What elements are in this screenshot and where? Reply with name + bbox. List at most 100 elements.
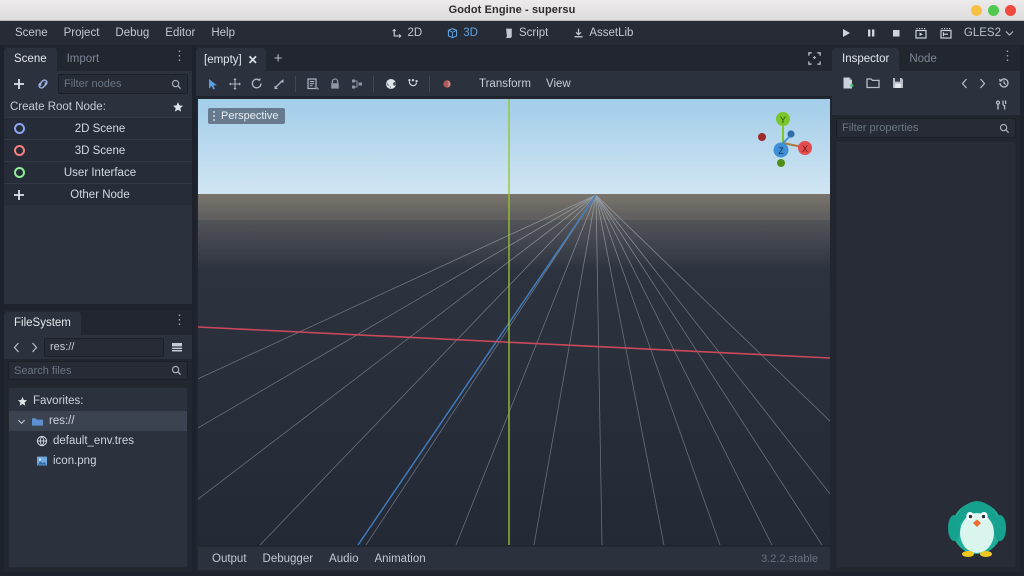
tab-inspector[interactable]: Inspector bbox=[832, 48, 900, 71]
fs-row-res-root[interactable]: res:// bbox=[9, 411, 187, 431]
new-resource-button[interactable] bbox=[837, 73, 859, 93]
play-custom-scene-button[interactable] bbox=[935, 23, 957, 43]
filesystem-layout-button[interactable] bbox=[166, 337, 188, 357]
select-mode-button[interactable] bbox=[202, 74, 223, 94]
tab-import[interactable]: Import bbox=[57, 48, 110, 71]
audio-tab[interactable]: Audio bbox=[321, 550, 366, 568]
gizmo-z-negative[interactable] bbox=[787, 130, 795, 138]
animation-tab[interactable]: Animation bbox=[366, 550, 433, 568]
minimize-button[interactable] bbox=[971, 5, 982, 16]
menu-scene[interactable]: Scene bbox=[8, 24, 55, 42]
chevron-down-icon[interactable] bbox=[17, 417, 26, 426]
play-scene-button[interactable] bbox=[910, 23, 932, 43]
create-other-node-row[interactable]: Other Node bbox=[4, 183, 192, 205]
history-forward-button[interactable] bbox=[975, 73, 990, 93]
maximize-button[interactable] bbox=[988, 5, 999, 16]
local-space-button[interactable] bbox=[380, 74, 401, 94]
new-scene-tab-button[interactable]: + bbox=[266, 49, 291, 71]
fs-icon-png-label: icon.png bbox=[53, 455, 97, 467]
viewport-perspective-label[interactable]: Perspective bbox=[208, 108, 286, 124]
tab-node[interactable]: Node bbox=[899, 48, 947, 71]
drag-handle-icon[interactable] bbox=[211, 111, 217, 121]
close-icon[interactable]: ✕ bbox=[248, 53, 258, 67]
history-button[interactable] bbox=[993, 73, 1015, 93]
list-select-button[interactable] bbox=[302, 74, 323, 94]
play-icon bbox=[842, 29, 850, 37]
search-files-input[interactable]: Search files bbox=[8, 361, 188, 380]
menu-help[interactable]: Help bbox=[204, 24, 242, 42]
debugger-tab[interactable]: Debugger bbox=[255, 550, 322, 568]
fs-row-favorites[interactable]: Favorites: bbox=[9, 391, 187, 411]
fs-default-env-label: default_env.tres bbox=[53, 435, 134, 447]
tab-3d[interactable]: 3D bbox=[442, 25, 482, 42]
close-button[interactable] bbox=[1005, 5, 1016, 16]
scene-tab-empty[interactable]: [empty] ✕ bbox=[196, 48, 266, 71]
tab-scene[interactable]: Scene bbox=[4, 48, 57, 71]
menu-project[interactable]: Project bbox=[57, 24, 107, 42]
instance-scene-button[interactable] bbox=[32, 74, 54, 94]
star-icon[interactable] bbox=[172, 101, 184, 113]
inspector-dock-tabs: Inspector Node ⋮ bbox=[832, 46, 1020, 71]
create-3d-scene-label: 3D Scene bbox=[74, 144, 126, 157]
save-resource-button[interactable] bbox=[887, 73, 909, 93]
filesystem-dock-menu-button[interactable]: ⋮ bbox=[173, 313, 186, 326]
add-node-button[interactable] bbox=[8, 74, 30, 94]
search-icon bbox=[171, 79, 182, 89]
fs-row-icon-png[interactable]: icon.png bbox=[9, 451, 187, 471]
play-button[interactable] bbox=[835, 23, 857, 43]
lock-button[interactable] bbox=[324, 74, 345, 94]
renderer-selector[interactable]: GLES2 bbox=[960, 27, 1018, 39]
gizmo-y-negative[interactable] bbox=[777, 159, 785, 167]
pause-button[interactable] bbox=[860, 23, 882, 43]
play-custom-icon bbox=[940, 28, 952, 39]
transform-menu[interactable]: Transform bbox=[472, 75, 538, 93]
search-icon bbox=[999, 123, 1010, 133]
godot-editor-window: Godot Engine - supersu Scene Project Deb… bbox=[0, 0, 1024, 576]
object-tools-button[interactable] bbox=[990, 95, 1012, 115]
menu-debug[interactable]: Debug bbox=[108, 24, 156, 42]
tab-filesystem[interactable]: FileSystem bbox=[4, 312, 81, 335]
snap-button[interactable] bbox=[402, 74, 423, 94]
3d-icon bbox=[448, 27, 458, 38]
globe-icon bbox=[385, 78, 396, 89]
menu-editor[interactable]: Editor bbox=[158, 24, 202, 42]
filter-nodes-input[interactable]: Filter nodes bbox=[58, 74, 188, 94]
view-menu[interactable]: View bbox=[539, 75, 578, 93]
preview-sun-button[interactable] bbox=[436, 74, 457, 94]
group-button[interactable] bbox=[346, 74, 367, 94]
tab-script[interactable]: Script bbox=[498, 25, 552, 42]
inspector-dock-menu-button[interactable]: ⋮ bbox=[1001, 49, 1014, 62]
move-mode-button[interactable] bbox=[224, 74, 245, 94]
filesystem-path-value[interactable]: res:// bbox=[44, 337, 164, 357]
tab-2d[interactable]: 2D bbox=[387, 25, 427, 42]
viewport-toolbar: Transform View bbox=[196, 71, 832, 97]
output-tab[interactable]: Output bbox=[204, 550, 255, 568]
create-2d-scene-row[interactable]: 2D Scene bbox=[4, 117, 192, 139]
toolbar-separator bbox=[295, 75, 296, 92]
scale-mode-button[interactable] bbox=[268, 74, 289, 94]
create-3d-scene-row[interactable]: 3D Scene bbox=[4, 139, 192, 161]
playback-controls: GLES2 bbox=[835, 21, 1018, 45]
3d-viewport[interactable]: Perspective Y X Z bbox=[198, 99, 830, 545]
group-icon bbox=[351, 79, 362, 88]
filter-properties-input[interactable]: Filter properties bbox=[836, 118, 1016, 138]
control-icon bbox=[4, 167, 34, 178]
load-resource-button[interactable] bbox=[862, 73, 884, 93]
gizmo-x-negative[interactable] bbox=[758, 133, 766, 141]
fs-res-label: res:// bbox=[49, 415, 75, 427]
scene-dock-menu-button[interactable]: ⋮ bbox=[173, 49, 186, 62]
save-icon bbox=[893, 78, 903, 88]
svg-text:Z: Z bbox=[778, 146, 784, 156]
rotate-mode-button[interactable] bbox=[246, 74, 267, 94]
tab-assetlib[interactable]: AssetLib bbox=[568, 25, 637, 42]
axis-gizmo[interactable]: Y X Z bbox=[750, 107, 816, 173]
create-user-interface-row[interactable]: User Interface bbox=[4, 161, 192, 183]
fs-back-button[interactable] bbox=[8, 337, 24, 357]
stop-icon bbox=[892, 30, 900, 37]
fs-forward-button[interactable] bbox=[26, 337, 42, 357]
maximize-viewport-button[interactable] bbox=[807, 51, 822, 71]
history-back-button[interactable] bbox=[957, 73, 972, 93]
stop-button[interactable] bbox=[885, 23, 907, 43]
environment-icon bbox=[36, 435, 48, 447]
fs-row-default-env[interactable]: default_env.tres bbox=[9, 431, 187, 451]
